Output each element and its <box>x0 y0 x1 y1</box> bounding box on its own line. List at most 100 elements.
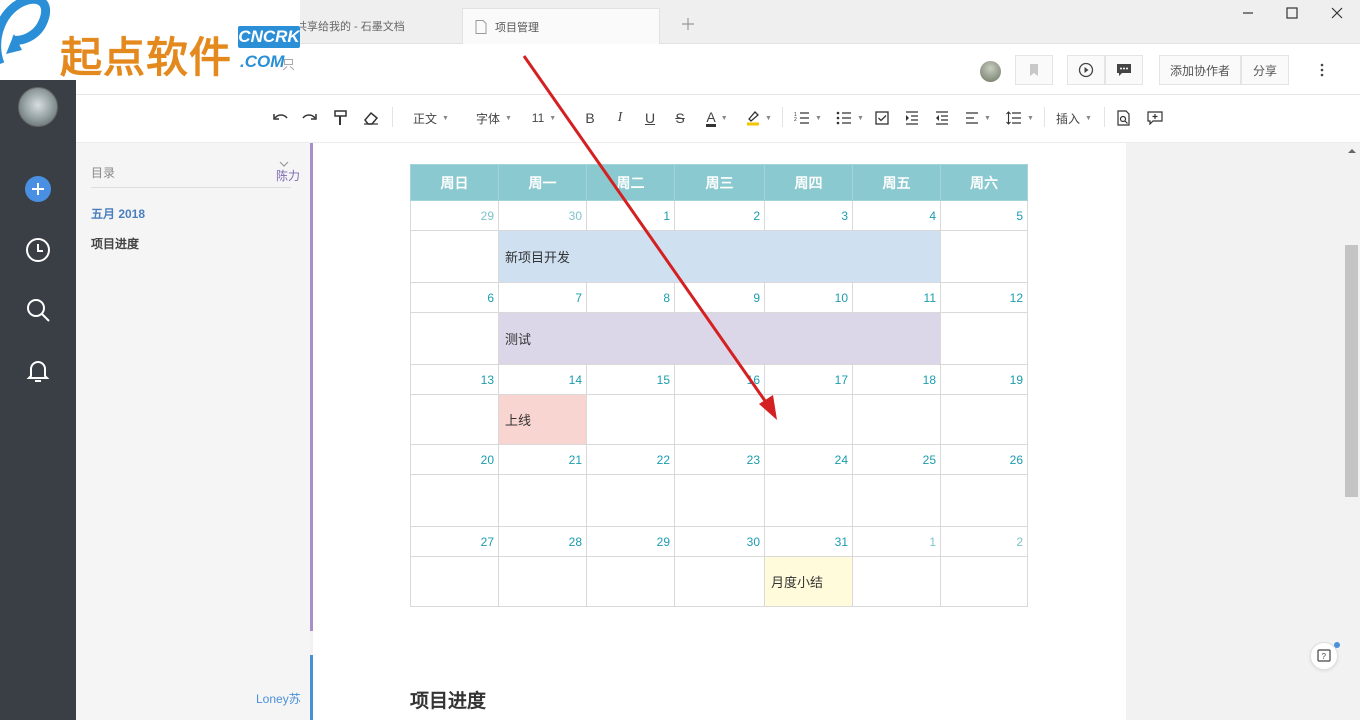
bold-button[interactable]: B <box>580 105 600 131</box>
bullet-list-button[interactable]: ▼ <box>832 105 868 131</box>
date-cell[interactable]: 30 <box>674 526 765 557</box>
event-cell[interactable] <box>674 474 765 527</box>
date-cell[interactable]: 27 <box>410 526 499 557</box>
date-cell[interactable]: 6 <box>410 282 499 313</box>
find-replace-button[interactable] <box>1114 105 1134 131</box>
date-cell[interactable]: 26 <box>940 444 1028 475</box>
clear-format-button[interactable] <box>360 105 382 131</box>
event-cell[interactable] <box>410 474 499 527</box>
date-cell[interactable]: 22 <box>586 444 675 475</box>
date-cell[interactable]: 29 <box>410 200 499 231</box>
event-cell[interactable] <box>410 312 499 365</box>
ordered-list-button[interactable]: 1 2 ▼ <box>790 105 826 131</box>
date-cell[interactable]: 29 <box>586 526 675 557</box>
date-cell[interactable]: 13 <box>410 364 499 395</box>
new-tab-button[interactable] <box>680 16 696 32</box>
event-cell[interactable] <box>940 394 1028 445</box>
date-cell[interactable]: 8 <box>586 282 675 313</box>
search-button[interactable] <box>24 296 52 324</box>
date-cell[interactable]: 5 <box>940 200 1028 231</box>
event-cell[interactable] <box>940 312 1028 365</box>
date-cell[interactable]: 12 <box>940 282 1028 313</box>
user-avatar[interactable] <box>18 87 58 127</box>
line-spacing-dropdown[interactable]: ▼ <box>1002 105 1038 131</box>
date-cell[interactable]: 4 <box>852 200 941 231</box>
comments-button[interactable] <box>1105 55 1143 85</box>
event-cell[interactable] <box>410 556 499 607</box>
event-cell[interactable]: 月度小结 <box>764 556 853 607</box>
more-menu-button[interactable] <box>1303 55 1341 85</box>
date-cell[interactable]: 11 <box>852 282 941 313</box>
outdent-button[interactable] <box>932 105 952 131</box>
format-painter-button[interactable] <box>330 105 352 131</box>
undo-button[interactable] <box>270 105 292 131</box>
event-cell[interactable] <box>586 394 675 445</box>
share-button[interactable]: 分享 <box>1241 55 1289 85</box>
event-cell[interactable] <box>852 556 941 607</box>
date-cell[interactable]: 14 <box>498 364 587 395</box>
date-cell[interactable]: 23 <box>674 444 765 475</box>
event-cell[interactable] <box>940 230 1028 283</box>
paragraph-style-dropdown[interactable]: 正文 ▼ <box>406 105 456 131</box>
insert-dropdown[interactable]: 插入 ▼ <box>1052 105 1096 131</box>
event-cell[interactable] <box>498 556 587 607</box>
date-cell[interactable]: 24 <box>764 444 853 475</box>
date-cell[interactable]: 16 <box>674 364 765 395</box>
minimize-button[interactable] <box>1238 4 1258 22</box>
presentation-button[interactable] <box>1067 55 1105 85</box>
event-cell[interactable] <box>674 394 765 445</box>
event-cell[interactable] <box>410 230 499 283</box>
date-cell[interactable]: 18 <box>852 364 941 395</box>
date-cell[interactable]: 15 <box>586 364 675 395</box>
date-cell[interactable]: 1 <box>586 200 675 231</box>
date-cell[interactable]: 2 <box>940 526 1028 557</box>
date-cell[interactable]: 31 <box>764 526 853 557</box>
scrollbar-thumb[interactable] <box>1345 245 1358 497</box>
event-cell[interactable] <box>586 556 675 607</box>
event-cell[interactable]: 新项目开发 <box>498 230 941 283</box>
date-cell[interactable]: 20 <box>410 444 499 475</box>
date-cell[interactable]: 10 <box>764 282 853 313</box>
event-cell[interactable] <box>940 474 1028 527</box>
date-cell[interactable]: 30 <box>498 200 587 231</box>
event-cell[interactable]: 上线 <box>498 394 587 445</box>
date-cell[interactable]: 19 <box>940 364 1028 395</box>
outline-item-progress[interactable]: 项目进度 <box>91 235 139 252</box>
event-cell[interactable] <box>852 474 941 527</box>
outline-item-may-2018[interactable]: 五月 2018 <box>91 205 145 222</box>
date-cell[interactable]: 21 <box>498 444 587 475</box>
event-cell[interactable] <box>586 474 675 527</box>
highlight-color-button[interactable]: ▼ <box>742 105 776 131</box>
date-cell[interactable]: 25 <box>852 444 941 475</box>
scroll-up-button[interactable] <box>1344 143 1360 159</box>
add-comment-button[interactable] <box>1144 105 1166 131</box>
checklist-button[interactable] <box>872 105 892 131</box>
event-cell[interactable] <box>674 556 765 607</box>
recent-button[interactable] <box>24 236 52 264</box>
event-cell[interactable] <box>764 474 853 527</box>
date-cell[interactable]: 9 <box>674 282 765 313</box>
align-dropdown[interactable]: ▼ <box>960 105 996 131</box>
font-size-dropdown[interactable]: 11 ▼ <box>528 105 560 131</box>
notifications-button[interactable] <box>24 356 52 384</box>
event-cell[interactable] <box>940 556 1028 607</box>
tab-shared-with-me[interactable]: 共享给我的 - 石墨文档 <box>296 8 462 44</box>
date-cell[interactable]: 3 <box>764 200 853 231</box>
redo-button[interactable] <box>298 105 320 131</box>
bookmark-button[interactable] <box>1015 55 1053 85</box>
date-cell[interactable]: 28 <box>498 526 587 557</box>
font-family-dropdown[interactable]: 字体 ▼ <box>470 105 518 131</box>
close-button[interactable] <box>1327 4 1347 22</box>
avatar[interactable] <box>980 61 1001 82</box>
date-cell[interactable]: 2 <box>674 200 765 231</box>
indent-button[interactable] <box>902 105 922 131</box>
font-color-button[interactable]: A ▼ <box>700 105 734 131</box>
maximize-button[interactable] <box>1282 4 1302 22</box>
event-cell[interactable] <box>498 474 587 527</box>
event-cell[interactable]: 测试 <box>498 312 941 365</box>
date-cell[interactable]: 7 <box>498 282 587 313</box>
event-cell[interactable] <box>852 394 941 445</box>
tab-project-management[interactable]: 项目管理 <box>462 8 660 44</box>
italic-button[interactable]: I <box>610 105 630 131</box>
date-cell[interactable]: 17 <box>764 364 853 395</box>
